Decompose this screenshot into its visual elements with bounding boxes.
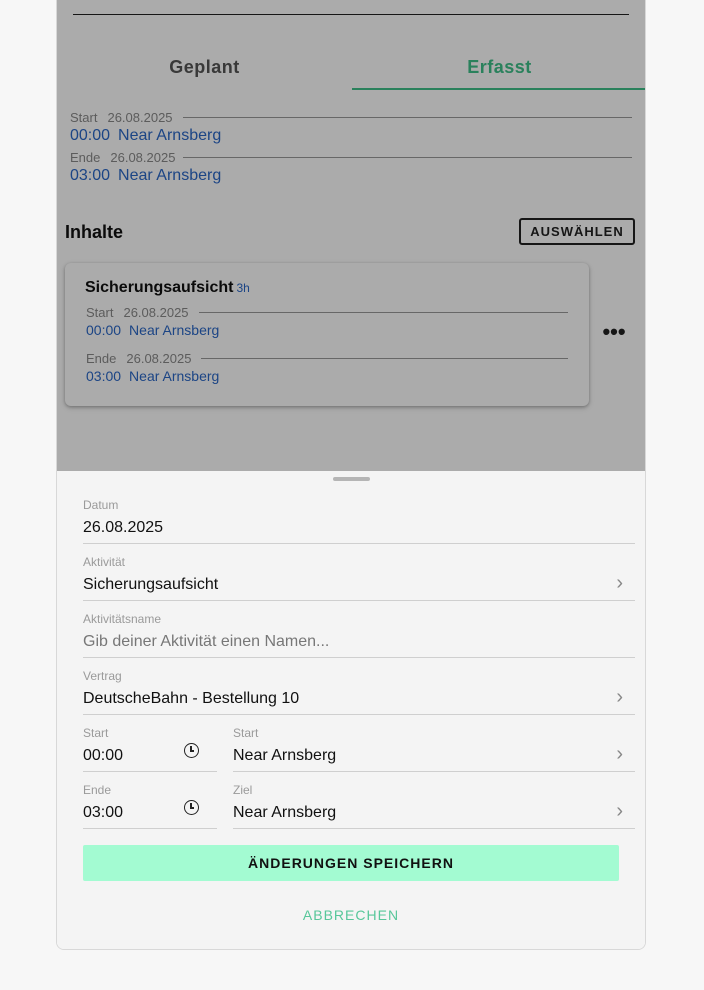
field-value: 03:00 [83,804,124,821]
field-label: Datum [83,498,119,512]
field-label: Start [233,726,259,740]
field-value: Near Arnsberg [233,804,337,821]
end-location-field[interactable]: Ziel Near Arnsberg › [233,757,635,829]
app-window: Geplant Erfasst Start 26.08.2025 00:00 Nea… [56,0,646,950]
field-label: Aktivitätsname [83,612,162,626]
field-label: Aktivität [83,555,126,569]
field-label: Ende [83,783,112,797]
field-label: Start [83,726,109,740]
chevron-right-icon: › [616,800,623,822]
save-changes-button[interactable]: ÄNDERUNGEN SPEICHERN [83,845,619,881]
clock-icon[interactable] [184,743,199,758]
clock-icon[interactable] [184,800,199,815]
field-label: Vertrag [83,669,122,683]
field-label: Ziel [233,783,253,797]
modal-backdrop[interactable] [57,0,645,471]
edit-bottom-sheet: Datum 26.08.2025 Aktivität Sicherungsauf… [57,471,645,949]
end-time-field[interactable]: Ende 03:00 [83,757,217,829]
cancel-button[interactable]: ABBRECHEN [83,901,619,929]
